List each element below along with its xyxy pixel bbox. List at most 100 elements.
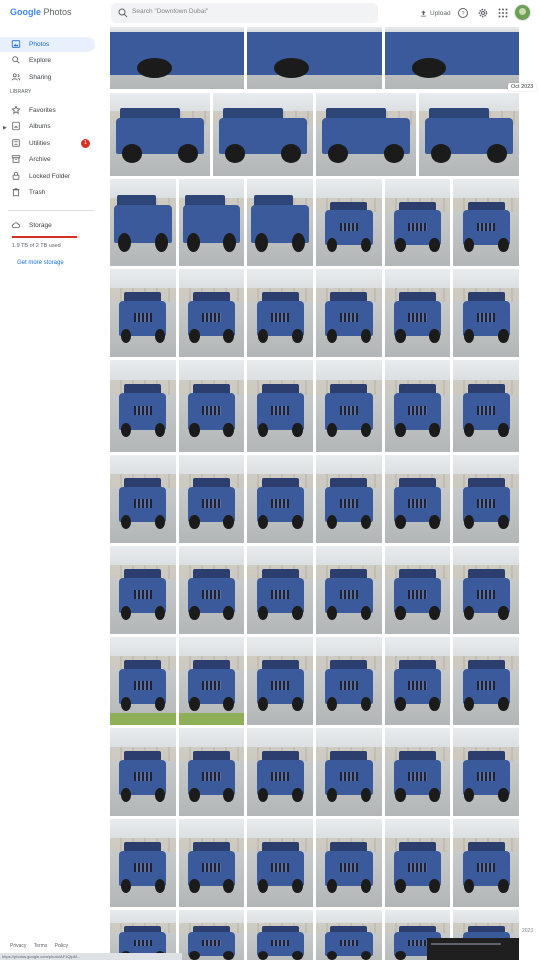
photo-thumbnail[interactable]: [384, 819, 451, 907]
photo-row: [110, 27, 519, 89]
apps-icon[interactable]: [497, 7, 509, 19]
photo-thumbnail[interactable]: [178, 819, 245, 907]
search-bar[interactable]: Search "Downtown Dubai": [111, 3, 378, 23]
photo-thumbnail[interactable]: [178, 269, 245, 357]
photo-thumbnail[interactable]: [384, 269, 451, 357]
photo-thumbnail[interactable]: [110, 269, 176, 357]
policy-link[interactable]: Policy: [55, 943, 68, 949]
photo-thumbnail[interactable]: [316, 910, 382, 960]
sidebar-item-photos[interactable]: Photos: [0, 37, 95, 52]
photo-thumbnail[interactable]: [178, 728, 245, 816]
photo-thumbnail[interactable]: [110, 455, 176, 543]
photo-thumbnail[interactable]: [453, 546, 519, 634]
top-bar: Google Photos Search "Downtown Dubai" Up…: [0, 0, 539, 27]
upload-icon: [420, 10, 427, 16]
photo-thumbnail[interactable]: [384, 27, 519, 89]
search-icon: [118, 8, 128, 18]
photo-thumbnail[interactable]: [110, 27, 245, 89]
people-icon: [11, 73, 21, 81]
sidebar-item-albums[interactable]: Albums: [0, 119, 95, 134]
photo-thumbnail[interactable]: [453, 360, 519, 452]
upload-button[interactable]: Upload: [419, 7, 451, 19]
photo-thumbnail[interactable]: [316, 93, 416, 176]
privacy-link[interactable]: Privacy: [10, 943, 26, 949]
photo-thumbnail[interactable]: [453, 269, 519, 357]
photo-thumbnail[interactable]: [453, 819, 519, 907]
sidebar-item-locked-folder[interactable]: Locked Folder: [0, 169, 95, 184]
sidebar-item-label: Trash: [29, 189, 46, 196]
photo-thumbnail[interactable]: [316, 179, 382, 266]
photo-thumbnail[interactable]: [178, 637, 245, 725]
photo-thumbnail[interactable]: [316, 637, 382, 725]
photo-row: [110, 93, 519, 176]
storage-used-text: 1.9 TB of 2 TB used: [12, 243, 61, 249]
photo-thumbnail[interactable]: [384, 360, 451, 452]
photo-thumbnail[interactable]: [247, 819, 314, 907]
sidebar-item-trash[interactable]: Trash: [0, 185, 95, 200]
photo-thumbnail[interactable]: [110, 546, 176, 634]
photo-thumbnail[interactable]: [247, 637, 314, 725]
photo-thumbnail[interactable]: [110, 360, 176, 452]
photo-thumbnail[interactable]: [453, 637, 519, 725]
photo-thumbnail[interactable]: [178, 179, 245, 266]
photo-thumbnail[interactable]: [247, 27, 382, 89]
star-icon: [11, 105, 21, 115]
photo-row: [110, 728, 519, 816]
photo-thumbnail[interactable]: [384, 179, 451, 266]
photo-thumbnail[interactable]: [110, 728, 176, 816]
archive-icon: [11, 155, 21, 163]
settings-icon[interactable]: [477, 7, 489, 19]
photo-thumbnail[interactable]: [178, 360, 245, 452]
help-icon[interactable]: ?: [457, 7, 469, 19]
photo-thumbnail[interactable]: [247, 455, 314, 543]
photo-thumbnail[interactable]: [247, 179, 314, 266]
sidebar-item-label: Photos: [29, 41, 50, 48]
timeline-date-label[interactable]: Oct 2023: [508, 83, 537, 91]
photo-thumbnail[interactable]: [247, 546, 314, 634]
photo-thumbnail[interactable]: [419, 93, 519, 176]
photo-thumbnail[interactable]: [110, 179, 176, 266]
photo-thumbnail[interactable]: [384, 455, 451, 543]
terms-link[interactable]: Terms: [34, 943, 48, 949]
photo-thumbnail[interactable]: [247, 728, 314, 816]
sidebar-item-archive[interactable]: Archive: [0, 152, 95, 167]
sidebar-item-explore[interactable]: Explore: [0, 53, 95, 68]
photo-thumbnail[interactable]: [178, 910, 245, 960]
photo-thumbnail[interactable]: [110, 637, 176, 725]
photo-thumbnail[interactable]: [178, 455, 245, 543]
photo-thumbnail[interactable]: [316, 819, 382, 907]
photo-thumbnail[interactable]: [453, 179, 519, 266]
timeline-year-marker: 2023: [522, 928, 534, 934]
google-photos-logo[interactable]: Google Photos: [10, 7, 72, 17]
photo-thumbnail[interactable]: [110, 819, 176, 907]
photo-thumbnail[interactable]: [316, 546, 382, 634]
photo-thumbnail[interactable]: [384, 637, 451, 725]
photo-thumbnail[interactable]: [316, 728, 382, 816]
library-section-label: LIBRARY: [10, 89, 32, 95]
search-placeholder: Search "Downtown Dubai": [132, 8, 209, 15]
photo-thumbnail[interactable]: [247, 269, 314, 357]
photo-thumbnail[interactable]: [384, 728, 451, 816]
photo-thumbnail[interactable]: [178, 546, 245, 634]
sidebar-item-utilities[interactable]: Utilities 1: [0, 136, 95, 151]
account-avatar[interactable]: [515, 5, 530, 20]
get-more-storage-link[interactable]: Get more storage: [17, 260, 64, 266]
photo-thumbnail[interactable]: [110, 93, 210, 176]
sidebar-item-storage[interactable]: Storage: [0, 218, 95, 233]
photo-thumbnail[interactable]: [453, 728, 519, 816]
sidebar-item-sharing[interactable]: Sharing: [0, 70, 95, 85]
photos-icon: [11, 40, 21, 48]
sidebar-item-favorites[interactable]: Favorites: [0, 103, 95, 118]
photo-thumbnail[interactable]: [247, 360, 314, 452]
sidebar-item-label: Locked Folder: [29, 173, 71, 180]
photo-thumbnail[interactable]: [247, 910, 314, 960]
photo-thumbnail[interactable]: [316, 269, 382, 357]
photo-thumbnail[interactable]: [316, 360, 382, 452]
photo-thumbnail[interactable]: [316, 455, 382, 543]
photo-thumbnail[interactable]: [384, 546, 451, 634]
cloud-icon: [11, 222, 21, 228]
photo-row: [110, 360, 519, 452]
photo-thumbnail[interactable]: [453, 455, 519, 543]
photo-thumbnail[interactable]: [213, 93, 313, 176]
photo-row: [110, 269, 519, 357]
